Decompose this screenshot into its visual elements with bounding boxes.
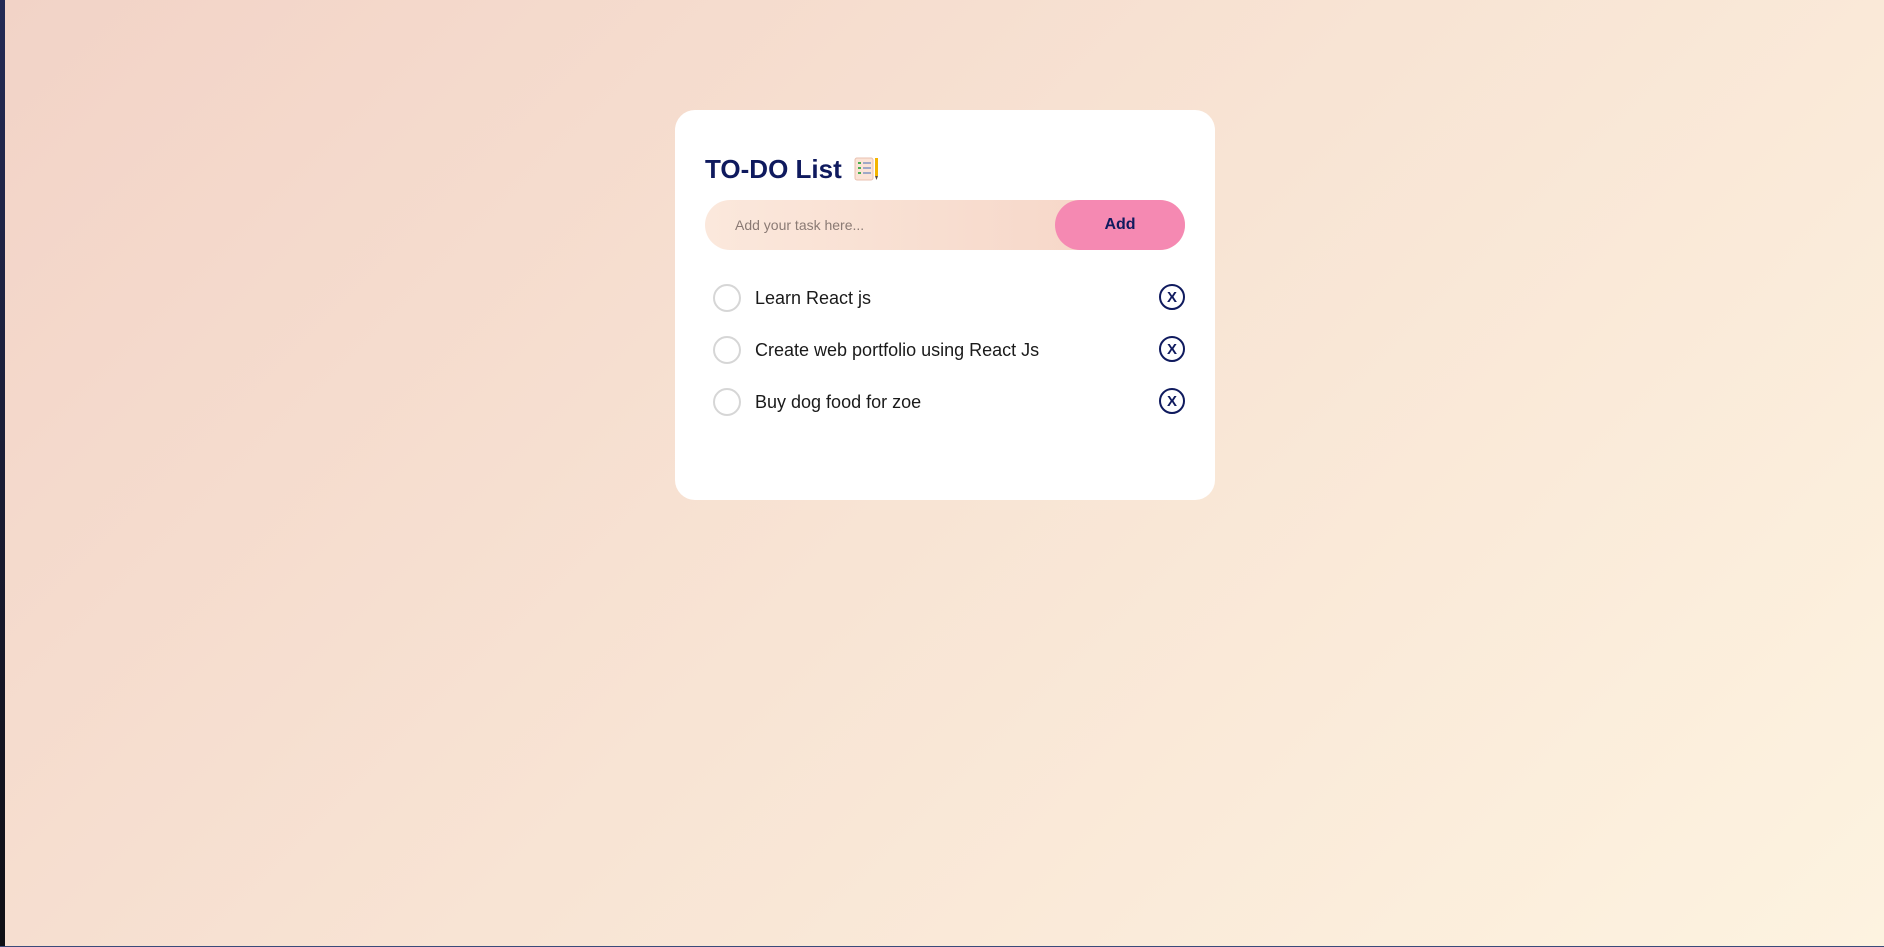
task-checkbox[interactable] <box>713 284 741 312</box>
checklist-notepad-icon <box>854 156 880 182</box>
list-item[interactable]: Create web portfolio using React Js X <box>705 324 1185 376</box>
task-list: Learn React js X Create web portfolio us… <box>705 272 1185 428</box>
remove-task-button[interactable]: X <box>1159 388 1185 414</box>
task-input-row: Add <box>705 200 1185 250</box>
task-text: Learn React js <box>755 287 872 308</box>
title-row: TO-DO List <box>705 150 1185 188</box>
task-input[interactable] <box>705 200 1045 250</box>
task-checkbox[interactable] <box>713 388 741 416</box>
task-text: Buy dog food for zoe <box>755 391 922 412</box>
remove-task-button[interactable]: X <box>1159 284 1185 310</box>
task-text: Create web portfolio using React Js <box>755 339 1040 360</box>
todo-card: TO-DO List Add Learn React js X <box>675 110 1215 500</box>
page-title: TO-DO List <box>705 153 842 184</box>
list-item[interactable]: Buy dog food for zoe X <box>705 376 1185 428</box>
list-item[interactable]: Learn React js X <box>705 272 1185 324</box>
remove-task-button[interactable]: X <box>1159 336 1185 362</box>
task-checkbox[interactable] <box>713 336 741 364</box>
add-button[interactable]: Add <box>1055 200 1185 250</box>
